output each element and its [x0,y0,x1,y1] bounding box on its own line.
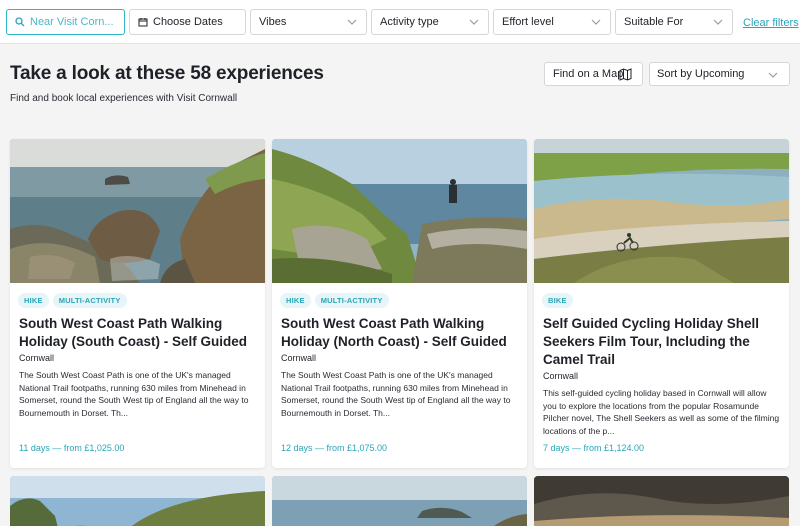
experience-card[interactable]: HIKE MULTI-ACTIVITY South West Coast Pat… [10,139,265,468]
tag-list: BIKE [542,293,573,308]
card-title[interactable]: South West Coast Path Walking Holiday (N… [281,315,521,351]
effort-level-dropdown[interactable]: Effort level [493,9,611,35]
choose-dates-label: Choose Dates [153,16,223,28]
experience-card[interactable]: BIKE Self Guided Cycling Holiday Shell S… [534,139,789,468]
card-title[interactable]: Self Guided Cycling Holiday Shell Seeker… [543,315,783,369]
chevron-down-icon [347,19,357,25]
card-location: Cornwall [543,371,579,381]
card-price: 11 days — from £1,025.00 [19,443,125,453]
chevron-down-icon [469,19,479,25]
search-placeholder: Near Visit Corn... [30,16,114,28]
experience-card[interactable] [272,476,527,526]
tag-list: HIKE MULTI-ACTIVITY [280,293,389,308]
chevron-down-icon [713,19,723,25]
tag-bike[interactable]: BIKE [542,293,573,308]
suitable-for-label: Suitable For [624,16,684,28]
find-on-map-button[interactable]: Find on a Map [544,62,643,86]
card-location: Cornwall [281,353,317,363]
calendar-icon [138,18,148,27]
tag-hike[interactable]: HIKE [280,293,311,308]
card-title[interactable]: South West Coast Path Walking Holiday (S… [19,315,259,351]
experience-card[interactable] [534,476,789,526]
card-description: This self-guided cycling holiday based i… [543,388,780,436]
coastal-hiker-photo [272,139,527,283]
activity-type-label: Activity type [380,16,439,28]
filter-bar: Near Visit Corn... Choose Dates Vibes Ac… [0,0,800,44]
tag-hike[interactable]: HIKE [18,293,49,308]
tag-multi-activity[interactable]: MULTI-ACTIVITY [52,293,127,308]
cycling-trail-photo [534,139,789,283]
choose-dates-button[interactable]: Choose Dates [129,9,246,35]
clear-filters-link[interactable]: Clear filters [743,17,799,29]
card-description: The South West Coast Path is one of the … [19,370,249,418]
search-input[interactable]: Near Visit Corn... [6,9,125,35]
suitable-for-dropdown[interactable]: Suitable For [615,9,733,35]
sort-label: Sort by Upcoming [657,68,745,80]
coastal-headland-photo [10,476,265,526]
coastal-cliffs-photo [10,139,265,283]
tag-list: HIKE MULTI-ACTIVITY [18,293,127,308]
chevron-down-icon [591,19,601,25]
experience-card[interactable] [10,476,265,526]
sea-rocks-photo [272,476,527,526]
page-title: Take a look at these 58 experiences [10,63,324,84]
tag-multi-activity[interactable]: MULTI-ACTIVITY [314,293,389,308]
search-icon [15,17,25,27]
map-icon [619,68,632,81]
card-description: The South West Coast Path is one of the … [281,370,511,418]
sort-dropdown[interactable]: Sort by Upcoming [649,62,790,86]
vibes-label: Vibes [259,16,287,28]
activity-type-dropdown[interactable]: Activity type [371,9,489,35]
find-on-map-label: Find on a Map [553,68,624,80]
card-price: 12 days — from £1,075.00 [281,443,388,453]
experience-card[interactable]: HIKE MULTI-ACTIVITY South West Coast Pat… [272,139,527,468]
cave-beach-photo [534,476,789,526]
card-price: 7 days — from £1,124.00 [543,443,645,453]
page-subtitle: Find and book local experiences with Vis… [10,93,238,104]
card-location: Cornwall [19,353,55,363]
chevron-down-icon [768,72,778,78]
vibes-dropdown[interactable]: Vibes [250,9,367,35]
effort-level-label: Effort level [502,16,554,28]
